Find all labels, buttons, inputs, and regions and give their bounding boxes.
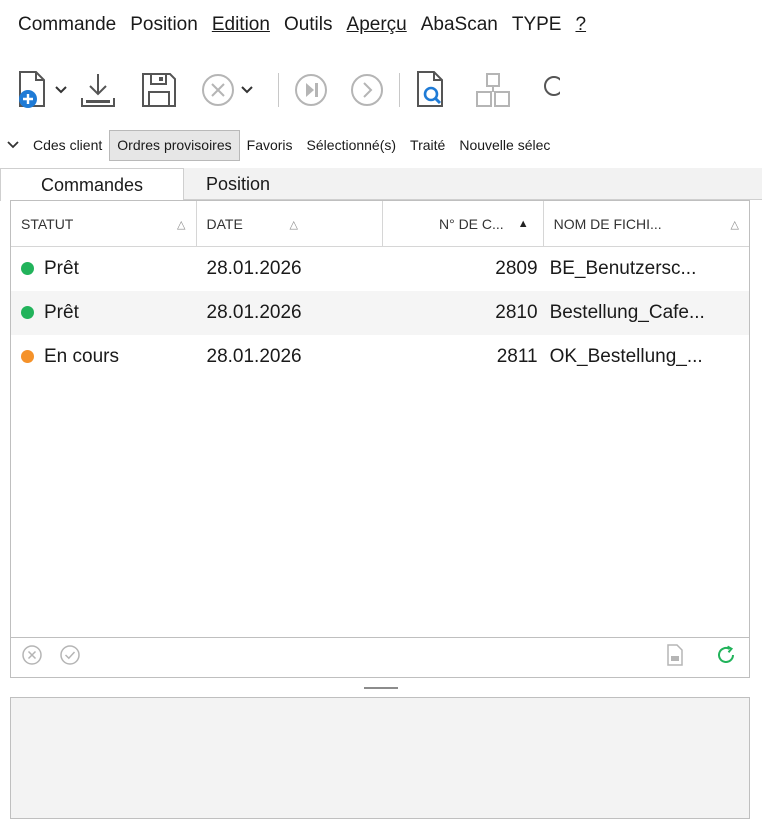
sort-icon: △ bbox=[177, 218, 186, 231]
table-row[interactable]: Prêt 28.01.2026 2810 Bestellung_Cafe... bbox=[11, 291, 749, 335]
toolbar bbox=[0, 58, 762, 122]
refresh-button[interactable] bbox=[715, 644, 737, 671]
status-dot-icon bbox=[21, 350, 34, 363]
save-button[interactable] bbox=[140, 62, 178, 118]
column-header-filename[interactable]: NOM DE FICHI... △ bbox=[544, 201, 749, 247]
filename-cell: Bestellung_Cafe... bbox=[549, 302, 705, 323]
menu-commande[interactable]: Commande bbox=[18, 14, 116, 36]
filename-cell: BE_Benutzersc... bbox=[549, 258, 697, 279]
status-cell: Prêt bbox=[11, 258, 197, 280]
filter-tab-nouvelle-selection[interactable]: Nouvelle sélec bbox=[452, 130, 557, 160]
approve-button[interactable] bbox=[59, 644, 81, 671]
menu-edition-label: Edition bbox=[211, 14, 270, 35]
skip-icon bbox=[295, 74, 327, 106]
new-document-dropdown[interactable] bbox=[54, 62, 68, 118]
status-text: Prêt bbox=[44, 302, 79, 323]
date-cell: 28.01.2026 bbox=[206, 258, 302, 279]
number-cell: 2809 bbox=[495, 258, 538, 279]
filter-tab-traite[interactable]: Traité bbox=[403, 130, 452, 160]
cancel-button[interactable] bbox=[200, 62, 236, 118]
status-cell: En cours bbox=[11, 346, 197, 368]
status-text: En cours bbox=[44, 346, 119, 367]
orders-table: STATUT △ DATE △ N° DE C... ▲ NOM DE FICH… bbox=[10, 200, 750, 638]
reject-button[interactable] bbox=[21, 644, 43, 671]
number-cell: 2811 bbox=[496, 346, 538, 367]
chevron-down-icon bbox=[7, 141, 19, 149]
menu-position[interactable]: Position bbox=[130, 14, 198, 36]
column-header-statut[interactable]: STATUT △ bbox=[11, 201, 197, 247]
cancel-dropdown[interactable] bbox=[240, 62, 254, 118]
splitter-grip[interactable] bbox=[364, 687, 398, 689]
filter-collapse-button[interactable] bbox=[0, 141, 26, 149]
skip-button[interactable] bbox=[293, 62, 329, 118]
menu-outils[interactable]: Outils bbox=[284, 14, 333, 36]
column-header-label: STATUT bbox=[21, 216, 74, 232]
menu-abascan[interactable]: AbaScan bbox=[421, 14, 498, 36]
filter-tab-favoris[interactable]: Favoris bbox=[240, 130, 300, 160]
date-cell: 28.01.2026 bbox=[206, 346, 302, 367]
new-document-icon bbox=[19, 71, 45, 108]
table-header: STATUT △ DATE △ N° DE C... ▲ NOM DE FICH… bbox=[11, 201, 749, 247]
filename-cell: OK_Bestellung_... bbox=[549, 346, 703, 367]
approve-icon bbox=[60, 645, 80, 665]
document-button[interactable] bbox=[665, 643, 685, 672]
menu-help[interactable]: ? bbox=[575, 14, 586, 36]
date-cell: 28.01.2026 bbox=[206, 302, 302, 323]
filter-tab-ordres-provisoires[interactable]: Ordres provisoires bbox=[109, 129, 240, 161]
detail-panel bbox=[10, 697, 750, 819]
download-button[interactable] bbox=[78, 62, 118, 118]
tab-commandes[interactable]: Commandes bbox=[0, 168, 184, 201]
column-header-label: N° DE C... bbox=[438, 216, 504, 232]
status-dot-icon bbox=[21, 306, 34, 319]
column-header-number[interactable]: N° DE C... ▲ bbox=[383, 201, 544, 247]
number-cell: 2810 bbox=[495, 302, 538, 323]
toolbar-separator bbox=[399, 73, 400, 107]
cancel-icon bbox=[202, 74, 234, 106]
table-row[interactable]: En cours 28.01.2026 2811 OK_Bestellung_.… bbox=[11, 335, 749, 379]
panel-splitter[interactable] bbox=[0, 680, 762, 696]
sort-icon: △ bbox=[730, 218, 740, 231]
reject-icon bbox=[22, 645, 42, 665]
chevron-down-icon bbox=[241, 86, 253, 94]
column-header-date[interactable]: DATE △ bbox=[197, 201, 383, 247]
status-dot-icon bbox=[21, 262, 34, 275]
save-icon bbox=[142, 73, 176, 107]
structure-button[interactable] bbox=[474, 62, 512, 118]
filter-tab-cdes-client[interactable]: Cdes client bbox=[26, 130, 109, 160]
preview-button[interactable] bbox=[414, 62, 448, 118]
search-icon bbox=[544, 76, 560, 96]
structure-icon bbox=[476, 73, 510, 107]
preview-icon bbox=[417, 71, 443, 107]
table-action-bar bbox=[10, 638, 750, 678]
column-header-label: DATE bbox=[206, 216, 243, 232]
menu-bar: Commande Position Edition Outils Aperçu … bbox=[0, 0, 762, 50]
tab-position[interactable]: Position bbox=[184, 168, 292, 200]
table-row[interactable]: Prêt 28.01.2026 2809 BE_Benutzersc... bbox=[11, 247, 749, 291]
next-button[interactable] bbox=[349, 62, 385, 118]
status-text: Prêt bbox=[44, 258, 79, 279]
status-cell: Prêt bbox=[11, 302, 197, 324]
menu-edition[interactable]: Edition bbox=[212, 14, 270, 36]
chevron-down-icon bbox=[55, 86, 67, 94]
sort-ascending-icon: ▲ bbox=[517, 218, 529, 230]
column-header-label: NOM DE FICHI... bbox=[553, 216, 662, 232]
main-tabs: Commandes Position bbox=[0, 168, 762, 201]
new-document-button[interactable] bbox=[16, 62, 50, 118]
refresh-icon bbox=[718, 645, 734, 663]
next-icon bbox=[351, 74, 383, 106]
sort-icon: △ bbox=[289, 218, 298, 231]
search-button[interactable] bbox=[538, 62, 560, 118]
document-icon bbox=[667, 644, 683, 666]
filter-tab-selectionnes[interactable]: Sélectionné(s) bbox=[300, 130, 404, 160]
filter-bar: Cdes client Ordres provisoires Favoris S… bbox=[0, 128, 762, 162]
download-icon bbox=[81, 74, 115, 107]
menu-apercu[interactable]: Aperçu bbox=[347, 14, 407, 36]
toolbar-separator bbox=[278, 73, 279, 107]
menu-type[interactable]: TYPE bbox=[512, 14, 562, 36]
